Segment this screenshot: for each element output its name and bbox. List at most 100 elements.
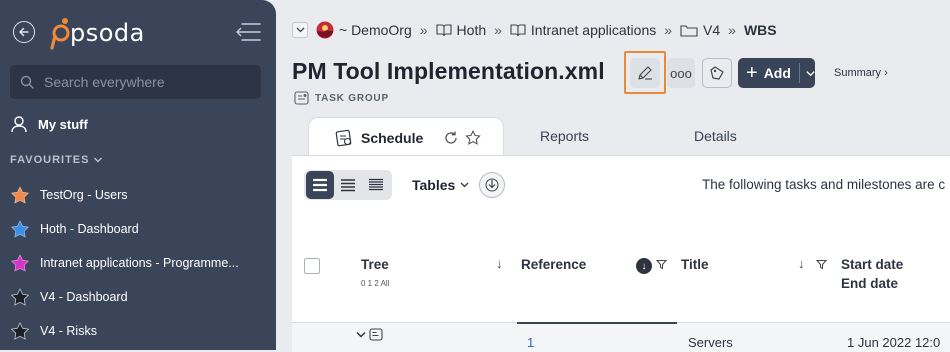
- favourite-label: Hoth - Dashboard: [40, 222, 139, 236]
- select-all-checkbox[interactable]: [304, 258, 320, 274]
- plus-icon: +: [746, 62, 758, 84]
- edit-button[interactable]: [624, 51, 666, 94]
- task-group-icon: [369, 328, 383, 341]
- tab-details-label: Details: [694, 128, 737, 144]
- chevron-down-icon: [806, 70, 815, 76]
- chevron-down-icon: [296, 27, 304, 33]
- breadcrumb-org-label: ~ DemoOrg: [339, 22, 412, 38]
- org-avatar-icon: [316, 21, 334, 39]
- download-icon: [485, 178, 499, 192]
- tab-bar: Schedule Reports Details: [292, 116, 950, 157]
- favourites-label: FAVOURITES: [10, 154, 90, 166]
- breadcrumb-portfolio[interactable]: Hoth: [435, 22, 487, 38]
- export-button[interactable]: [479, 172, 506, 198]
- row-start-date: 1 Jun 2022 12:0: [847, 335, 941, 350]
- favourite-item[interactable]: Intranet applications - Programme...: [10, 246, 266, 280]
- view-comfortable-button[interactable]: [306, 171, 334, 199]
- column-start-date[interactable]: Start date: [841, 257, 903, 272]
- add-label: Add: [763, 65, 791, 81]
- intro-text: The following tasks and milestones are c: [702, 177, 946, 192]
- tag-button[interactable]: [702, 58, 732, 88]
- filter-icon[interactable]: [656, 259, 667, 270]
- tree-level-selector[interactable]: 0 1 2 All: [361, 279, 389, 288]
- book-icon: [435, 24, 452, 37]
- favourite-item[interactable]: V4 - Dashboard: [10, 280, 266, 314]
- breadcrumb-org[interactable]: ~ DemoOrg: [316, 21, 412, 39]
- search-input[interactable]: Search everywhere: [10, 65, 261, 99]
- view-compact-button[interactable]: [334, 171, 362, 199]
- collapse-menu-icon: [236, 23, 261, 41]
- tab-schedule[interactable]: Schedule: [308, 117, 504, 157]
- tab-details[interactable]: Details: [694, 116, 737, 156]
- breadcrumb-toggle[interactable]: [292, 22, 308, 38]
- filter-icon[interactable]: [816, 259, 827, 270]
- sort-down-icon[interactable]: ↓: [496, 256, 503, 271]
- pencil-icon: [638, 65, 652, 80]
- schedule-toolbar: Tables: [304, 170, 506, 200]
- tag-icon: [710, 66, 724, 80]
- star-icon: [10, 288, 30, 306]
- view-dense-button[interactable]: [362, 171, 390, 199]
- sidebar: psoda Search everywhere My stuff FAVOURI…: [0, 0, 276, 350]
- my-stuff-label: My stuff: [38, 116, 88, 132]
- search-icon: [20, 75, 34, 89]
- breadcrumb-separator: »: [494, 22, 502, 38]
- summary-link[interactable]: Summary ›: [834, 67, 888, 79]
- favourite-label: Intranet applications - Programme...: [40, 256, 239, 270]
- favourites-list: TestOrg - Users Hoth - Dashboard Intrane…: [10, 178, 266, 348]
- search-placeholder: Search everywhere: [44, 74, 165, 90]
- schedule-icon: [335, 129, 352, 146]
- column-resize-indicator: [517, 322, 677, 324]
- user-icon: [11, 116, 27, 133]
- breadcrumb-programme-label: Intranet applications: [530, 22, 657, 38]
- column-end-date[interactable]: End date: [841, 276, 898, 291]
- sort-down-icon[interactable]: ↓: [798, 256, 805, 271]
- star-outline-icon[interactable]: [465, 129, 482, 146]
- tab-reports[interactable]: Reports: [540, 116, 589, 156]
- folder-icon: [680, 25, 698, 37]
- row-title[interactable]: Servers: [688, 335, 733, 350]
- breadcrumb-current-label: WBS: [743, 22, 777, 38]
- favourite-item[interactable]: Hoth - Dashboard: [10, 212, 266, 246]
- more-dots-icon: ooo: [670, 65, 692, 81]
- favourite-label: V4 - Risks: [40, 324, 97, 338]
- main-content: ~ DemoOrg » Hoth » Intranet applications…: [276, 0, 950, 352]
- back-button[interactable]: [13, 21, 35, 43]
- breadcrumb-separator: »: [728, 22, 736, 38]
- collapse-sidebar-button[interactable]: [236, 22, 262, 47]
- column-title[interactable]: Title: [681, 257, 709, 272]
- favourite-item[interactable]: TestOrg - Users: [10, 178, 266, 212]
- task-group-icon: [294, 91, 309, 105]
- tables-dropdown[interactable]: Tables: [412, 177, 469, 193]
- breadcrumb-portfolio-label: Hoth: [456, 22, 487, 38]
- table-header: Tree 0 1 2 All ↓ Reference ↓ Title ↓ Sta…: [292, 232, 950, 322]
- chevron-down-icon: [460, 182, 469, 188]
- tab-reports-label: Reports: [540, 128, 590, 144]
- column-reference[interactable]: Reference: [521, 257, 586, 272]
- breadcrumb-current[interactable]: WBS: [744, 22, 777, 38]
- logo-text: psoda: [70, 19, 145, 47]
- favourite-item[interactable]: V4 - Risks: [10, 314, 266, 348]
- chevron-down-icon[interactable]: [356, 331, 366, 338]
- tab-schedule-label: Schedule: [361, 129, 424, 146]
- schedule-panel: Tables The following tasks and milestone…: [292, 155, 950, 352]
- arrow-left-icon: [19, 27, 29, 37]
- psoda-logo[interactable]: psoda: [50, 16, 145, 50]
- sort-active-icon[interactable]: ↓: [636, 258, 652, 274]
- breadcrumb-project-label: V4: [703, 22, 721, 38]
- more-options-button[interactable]: ooo: [667, 58, 695, 88]
- add-button[interactable]: + Add: [738, 58, 815, 88]
- table-row[interactable]: 1 Servers 1 Jun 2022 12:0: [292, 322, 950, 352]
- breadcrumb-programme[interactable]: Intranet applications: [510, 22, 656, 38]
- favourites-header[interactable]: FAVOURITES: [10, 154, 103, 166]
- breadcrumb-project[interactable]: V4: [680, 22, 720, 38]
- column-tree[interactable]: Tree: [361, 257, 389, 272]
- chevron-down-icon: [94, 157, 103, 163]
- list-compact-icon: [341, 179, 355, 192]
- type-label-text: TASK GROUP: [315, 92, 389, 104]
- page-title: PM Tool Implementation.xml: [292, 58, 605, 84]
- my-stuff-link[interactable]: My stuff: [10, 115, 88, 133]
- refresh-icon[interactable]: [443, 130, 459, 146]
- breadcrumb: ~ DemoOrg » Hoth » Intranet applications…: [292, 20, 777, 40]
- row-reference[interactable]: 1: [527, 335, 534, 350]
